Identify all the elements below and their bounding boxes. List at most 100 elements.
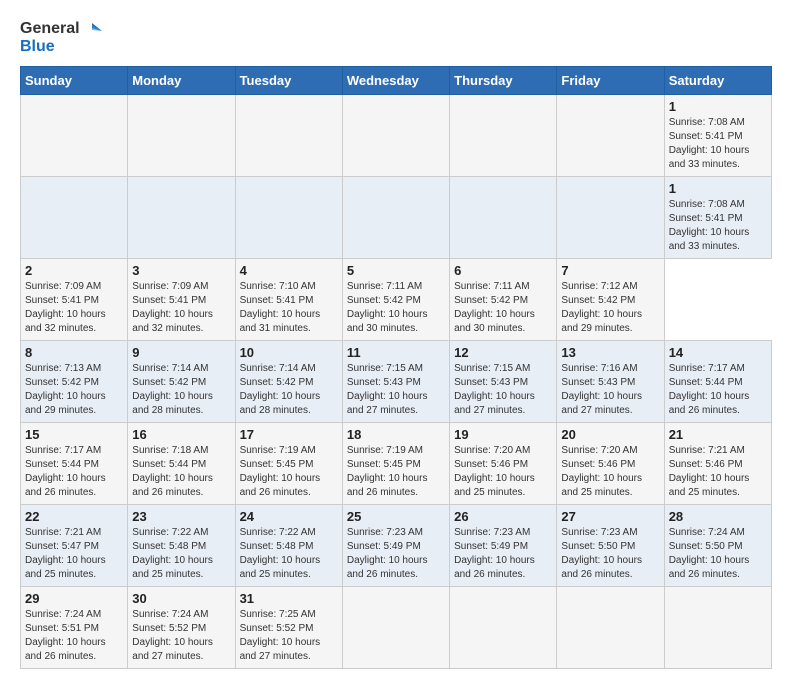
day-info: Sunrise: 7:09 AM Sunset: 5:41 PM Dayligh… <box>132 281 213 334</box>
day-number: 30 <box>132 591 230 606</box>
day-info: Sunrise: 7:08 AM Sunset: 5:41 PM Dayligh… <box>669 199 750 252</box>
day-info: Sunrise: 7:12 AM Sunset: 5:42 PM Dayligh… <box>561 281 642 334</box>
logo-general: General <box>20 20 80 38</box>
calendar-day-cell: 7 Sunrise: 7:12 AM Sunset: 5:42 PM Daylig… <box>557 259 664 341</box>
day-info: Sunrise: 7:20 AM Sunset: 5:46 PM Dayligh… <box>454 445 535 498</box>
calendar-day-cell: 31 Sunrise: 7:25 AM Sunset: 5:52 PM Dayli… <box>235 587 342 669</box>
calendar-day-cell: 15 Sunrise: 7:17 AM Sunset: 5:44 PM Dayli… <box>21 423 128 505</box>
calendar-day-cell: 25 Sunrise: 7:23 AM Sunset: 5:49 PM Dayli… <box>342 505 449 587</box>
day-info: Sunrise: 7:17 AM Sunset: 5:44 PM Dayligh… <box>25 445 106 498</box>
empty-cell <box>557 587 664 669</box>
day-number: 23 <box>132 509 230 524</box>
day-number: 15 <box>25 427 123 442</box>
calendar-day-cell: 26Sunrise: 7:23 AM Sunset: 5:49 PM Dayli… <box>450 505 557 587</box>
calendar-day-cell: 12Sunrise: 7:15 AM Sunset: 5:43 PM Dayli… <box>450 341 557 423</box>
day-number: 28 <box>669 509 767 524</box>
day-number: 13 <box>561 345 659 360</box>
calendar-day-cell: 4 Sunrise: 7:10 AM Sunset: 5:41 PM Daylig… <box>235 259 342 341</box>
calendar-day-cell: 30Sunrise: 7:24 AM Sunset: 5:52 PM Dayli… <box>128 587 235 669</box>
empty-cell <box>450 177 557 259</box>
logo: General Blue <box>20 20 102 56</box>
day-number: 2 <box>25 263 123 278</box>
day-number: 25 <box>347 509 445 524</box>
day-number: 29 <box>25 591 123 606</box>
col-header-thursday: Thursday <box>450 67 557 95</box>
day-number: 9 <box>132 345 230 360</box>
empty-cell <box>342 177 449 259</box>
empty-cell <box>450 587 557 669</box>
calendar-week-row: 8Sunrise: 7:13 AM Sunset: 5:42 PM Daylig… <box>21 341 772 423</box>
day-info: Sunrise: 7:14 AM Sunset: 5:42 PM Dayligh… <box>132 363 213 416</box>
day-info: Sunrise: 7:25 AM Sunset: 5:52 PM Dayligh… <box>240 609 321 662</box>
empty-cell <box>21 95 128 177</box>
calendar-day-cell: 11 Sunrise: 7:15 AM Sunset: 5:43 PM Dayli… <box>342 341 449 423</box>
empty-cell <box>557 177 664 259</box>
calendar-week-row: 15 Sunrise: 7:17 AM Sunset: 5:44 PM Dayli… <box>21 423 772 505</box>
day-info: Sunrise: 7:18 AM Sunset: 5:44 PM Dayligh… <box>132 445 213 498</box>
calendar-week-row: 29Sunrise: 7:24 AM Sunset: 5:51 PM Dayli… <box>21 587 772 669</box>
day-info: Sunrise: 7:17 AM Sunset: 5:44 PM Dayligh… <box>669 363 750 416</box>
day-info: Sunrise: 7:23 AM Sunset: 5:50 PM Dayligh… <box>561 527 642 580</box>
day-number: 10 <box>240 345 338 360</box>
day-number: 4 <box>240 263 338 278</box>
day-info: Sunrise: 7:15 AM Sunset: 5:43 PM Dayligh… <box>454 363 535 416</box>
calendar-day-cell: 21 Sunrise: 7:21 AM Sunset: 5:46 PM Dayli… <box>664 423 771 505</box>
empty-cell <box>450 95 557 177</box>
day-number: 31 <box>240 591 338 606</box>
calendar-day-cell: 6 Sunrise: 7:11 AM Sunset: 5:42 PM Daylig… <box>450 259 557 341</box>
col-header-monday: Monday <box>128 67 235 95</box>
day-info: Sunrise: 7:09 AM Sunset: 5:41 PM Dayligh… <box>25 281 106 334</box>
day-number: 1 <box>669 181 767 196</box>
calendar-day-cell: 13 Sunrise: 7:16 AM Sunset: 5:43 PM Dayli… <box>557 341 664 423</box>
day-number: 18 <box>347 427 445 442</box>
day-info: Sunrise: 7:10 AM Sunset: 5:41 PM Dayligh… <box>240 281 321 334</box>
calendar-day-cell: 3Sunrise: 7:09 AM Sunset: 5:41 PM Daylig… <box>128 259 235 341</box>
empty-cell <box>557 95 664 177</box>
calendar-day-cell: 9 Sunrise: 7:14 AM Sunset: 5:42 PM Daylig… <box>128 341 235 423</box>
day-number: 8 <box>25 345 123 360</box>
day-number: 16 <box>132 427 230 442</box>
calendar-day-cell: 24 Sunrise: 7:22 AM Sunset: 5:48 PM Dayli… <box>235 505 342 587</box>
day-info: Sunrise: 7:21 AM Sunset: 5:47 PM Dayligh… <box>25 527 106 580</box>
day-info: Sunrise: 7:20 AM Sunset: 5:46 PM Dayligh… <box>561 445 642 498</box>
day-info: Sunrise: 7:24 AM Sunset: 5:50 PM Dayligh… <box>669 527 750 580</box>
calendar-day-cell: 16 Sunrise: 7:18 AM Sunset: 5:44 PM Dayli… <box>128 423 235 505</box>
day-number: 22 <box>25 509 123 524</box>
day-number: 21 <box>669 427 767 442</box>
day-number: 11 <box>347 345 445 360</box>
empty-cell <box>235 95 342 177</box>
day-number: 1 <box>669 99 767 114</box>
col-header-wednesday: Wednesday <box>342 67 449 95</box>
day-number: 14 <box>669 345 767 360</box>
day-number: 19 <box>454 427 552 442</box>
calendar-day-cell: 1Sunrise: 7:08 AM Sunset: 5:41 PM Daylig… <box>664 95 771 177</box>
day-number: 7 <box>561 263 659 278</box>
calendar-day-cell: 14 Sunrise: 7:17 AM Sunset: 5:44 PM Dayli… <box>664 341 771 423</box>
calendar-day-cell: 1 Sunrise: 7:08 AM Sunset: 5:41 PM Daylig… <box>664 177 771 259</box>
day-info: Sunrise: 7:23 AM Sunset: 5:49 PM Dayligh… <box>347 527 428 580</box>
day-number: 24 <box>240 509 338 524</box>
empty-cell <box>235 177 342 259</box>
day-info: Sunrise: 7:11 AM Sunset: 5:42 PM Dayligh… <box>347 281 428 334</box>
day-info: Sunrise: 7:15 AM Sunset: 5:43 PM Dayligh… <box>347 363 428 416</box>
day-info: Sunrise: 7:21 AM Sunset: 5:46 PM Dayligh… <box>669 445 750 498</box>
empty-cell <box>342 95 449 177</box>
calendar-day-cell: 17Sunrise: 7:19 AM Sunset: 5:45 PM Dayli… <box>235 423 342 505</box>
col-header-friday: Friday <box>557 67 664 95</box>
day-number: 6 <box>454 263 552 278</box>
day-number: 20 <box>561 427 659 442</box>
calendar-header-row: SundayMondayTuesdayWednesdayThursdayFrid… <box>21 67 772 95</box>
day-info: Sunrise: 7:16 AM Sunset: 5:43 PM Dayligh… <box>561 363 642 416</box>
empty-cell <box>21 177 128 259</box>
calendar-week-row: 2 Sunrise: 7:09 AM Sunset: 5:41 PM Daylig… <box>21 259 772 341</box>
calendar-day-cell: 27Sunrise: 7:23 AM Sunset: 5:50 PM Dayli… <box>557 505 664 587</box>
day-info: Sunrise: 7:23 AM Sunset: 5:49 PM Dayligh… <box>454 527 535 580</box>
day-info: Sunrise: 7:11 AM Sunset: 5:42 PM Dayligh… <box>454 281 535 334</box>
day-info: Sunrise: 7:22 AM Sunset: 5:48 PM Dayligh… <box>132 527 213 580</box>
day-info: Sunrise: 7:19 AM Sunset: 5:45 PM Dayligh… <box>240 445 321 498</box>
day-info: Sunrise: 7:22 AM Sunset: 5:48 PM Dayligh… <box>240 527 321 580</box>
calendar-day-cell: 29Sunrise: 7:24 AM Sunset: 5:51 PM Dayli… <box>21 587 128 669</box>
logo-graphic: General Blue <box>20 20 102 56</box>
day-info: Sunrise: 7:14 AM Sunset: 5:42 PM Dayligh… <box>240 363 321 416</box>
page-header: General Blue <box>20 20 772 56</box>
